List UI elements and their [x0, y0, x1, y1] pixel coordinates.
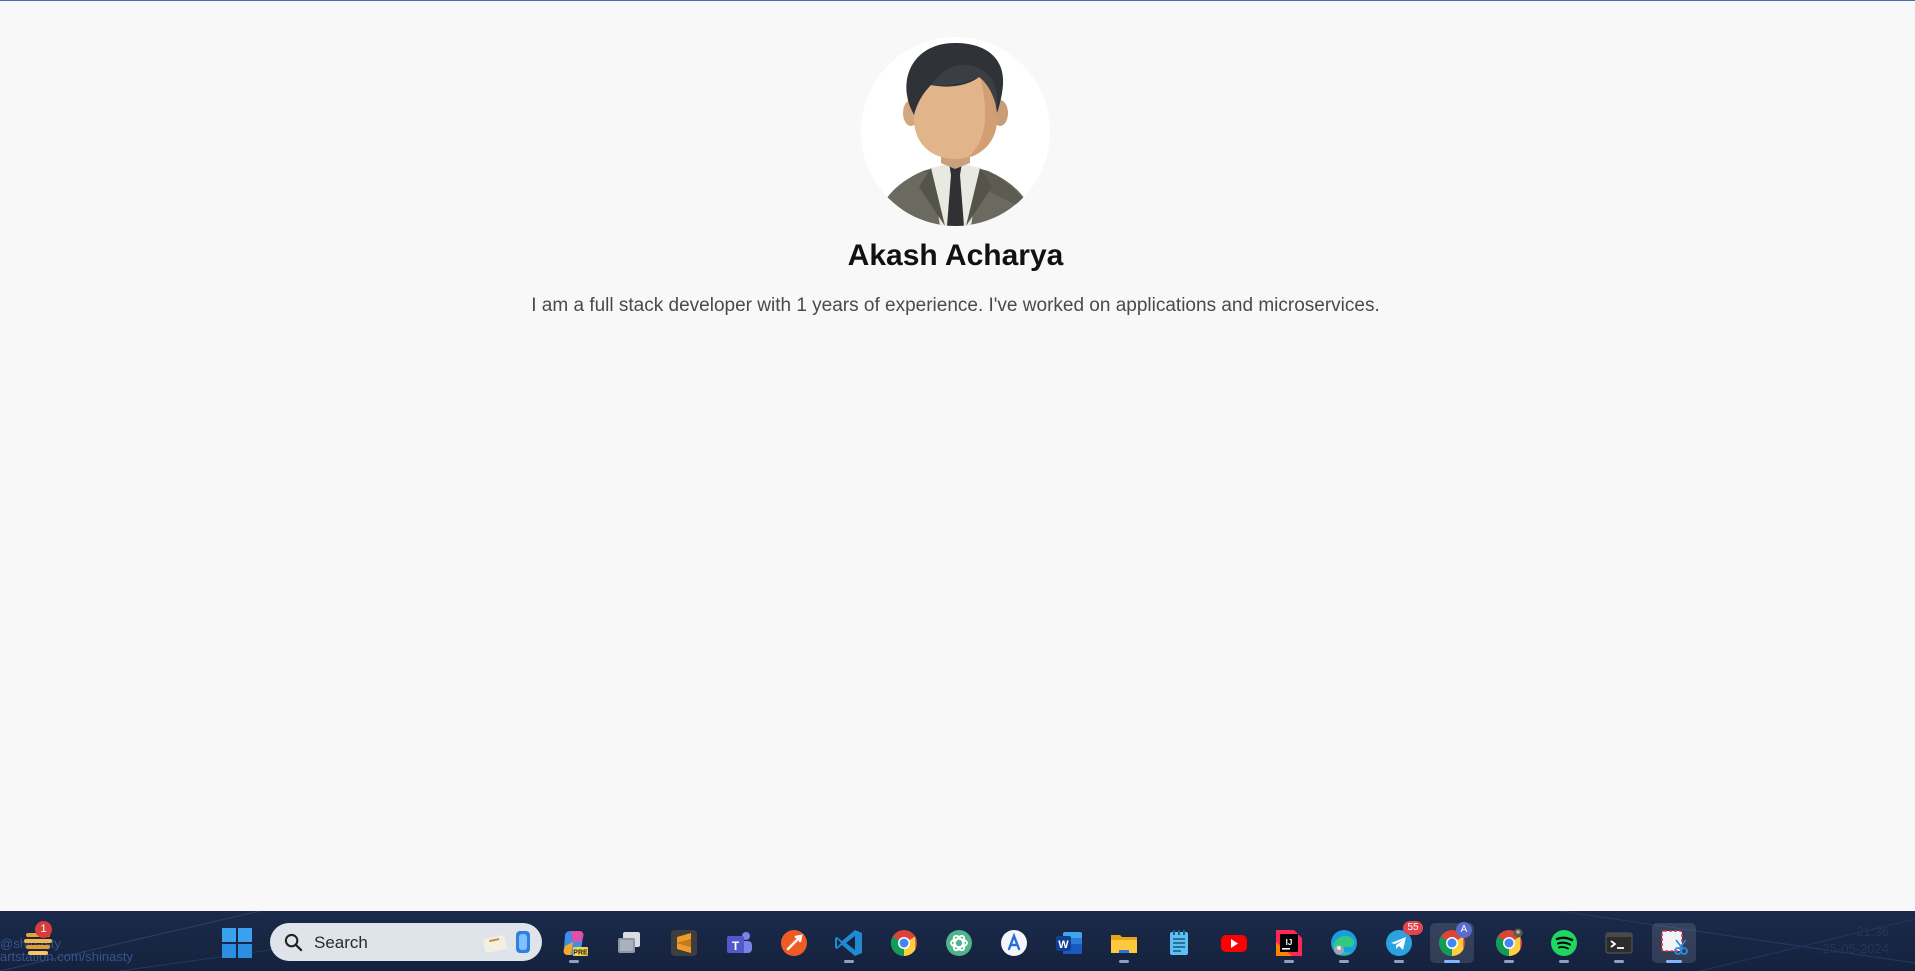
person-avatar-icon [861, 37, 1050, 226]
taskbar-app-intellij[interactable]: IJ [1267, 923, 1311, 963]
app-store-icon [1001, 930, 1027, 956]
taskbar-app-chrome[interactable] [882, 923, 926, 963]
telegram-unread-badge: 55 [1403, 921, 1423, 935]
taskbar-app-copilot[interactable]: PRE [552, 923, 596, 963]
profile-name: Akash Acharya [847, 239, 1064, 272]
wallpaper-watermark: @shinasty artstation.com/shinasty [0, 937, 133, 963]
clock-date: 25-05-2024 [1822, 941, 1890, 956]
spotify-icon [1551, 930, 1577, 956]
windows-logo-icon [222, 928, 252, 958]
word-icon: W [1056, 932, 1082, 954]
chrome-profile-badge: A [1456, 922, 1472, 938]
taskbar-app-teams[interactable]: T [717, 923, 761, 963]
running-indicator [1284, 960, 1294, 963]
svg-text:W: W [1058, 939, 1069, 951]
running-indicator [844, 960, 854, 963]
running-indicator [1394, 960, 1404, 963]
sublime-text-icon [671, 930, 697, 956]
taskbar-search-box[interactable]: Search [270, 923, 542, 961]
task-view-icon [618, 932, 640, 953]
taskbar-app-terminal[interactable] [1597, 923, 1641, 963]
vscode-icon [835, 930, 862, 956]
clock-time: 21:36 [1856, 924, 1889, 939]
taskbar-app-notepad[interactable] [1157, 923, 1201, 963]
youtube-icon [1221, 935, 1247, 952]
windows-taskbar: @shinasty artstation.com/shinasty 1 Sear… [0, 911, 1915, 971]
running-indicator [1444, 960, 1460, 963]
taskbar-app-word[interactable]: W [1047, 923, 1091, 963]
taskbar-app-vscode[interactable] [827, 923, 871, 963]
profile-page: Akash Acharya I am a full stack develope… [0, 1, 1915, 911]
taskbar-app-sublime-text[interactable] [662, 923, 706, 963]
taskbar-app-chatgpt[interactable] [937, 923, 981, 963]
taskbar-app-task-view[interactable] [607, 923, 651, 963]
running-indicator [1339, 960, 1349, 963]
profile-bio: I am a full stack developer with 1 years… [531, 295, 1380, 316]
running-indicator [1666, 960, 1682, 963]
running-indicator [1119, 960, 1129, 963]
terminal-icon [1605, 932, 1633, 954]
svg-text:IJ: IJ [1286, 938, 1293, 947]
taskbar-app-snipping-tool[interactable] [1652, 923, 1696, 963]
taskbar-app-telegram[interactable]: 55 [1377, 921, 1423, 963]
chrome-icon [890, 930, 917, 957]
chrome-profile-2-icon [1495, 928, 1523, 957]
profile-avatar [861, 37, 1050, 226]
copilot-icon: PRE [563, 931, 588, 957]
running-indicator [569, 960, 579, 963]
running-indicator [1504, 960, 1514, 963]
running-indicator [1559, 960, 1569, 963]
postman-icon [781, 930, 807, 956]
watermark-line: artstation.com/shinasty [0, 949, 133, 964]
taskbar-app-chrome-profile-2[interactable] [1487, 923, 1531, 963]
running-indicator [1614, 960, 1624, 963]
taskbar-app-store[interactable] [992, 923, 1036, 963]
intellij-icon: IJ [1276, 930, 1302, 956]
notepad-icon [1170, 930, 1188, 955]
search-highlight-icon [483, 931, 530, 953]
edge-icon [1331, 930, 1357, 956]
chatgpt-icon [946, 930, 972, 956]
file-explorer-icon [1111, 935, 1137, 953]
taskbar-app-chrome-profile-active[interactable]: A [1430, 922, 1474, 963]
snipping-tool-icon [1661, 930, 1688, 955]
taskbar-app-postman[interactable] [772, 923, 816, 963]
taskbar-app-spotify[interactable] [1542, 923, 1586, 963]
widgets-notification-badge: 1 [35, 921, 52, 938]
taskbar-app-file-explorer[interactable] [1102, 923, 1146, 963]
svg-text:PRE: PRE [573, 950, 588, 957]
taskbar-app-youtube[interactable] [1212, 923, 1256, 963]
teams-icon: T [727, 932, 752, 953]
svg-text:T: T [732, 939, 740, 953]
taskbar-app-edge[interactable] [1322, 923, 1366, 963]
search-placeholder: Search [314, 933, 368, 952]
search-icon [284, 933, 303, 952]
start-button[interactable] [222, 928, 252, 958]
system-clock[interactable]: 21:36 25-05-2024 [1823, 923, 1890, 957]
